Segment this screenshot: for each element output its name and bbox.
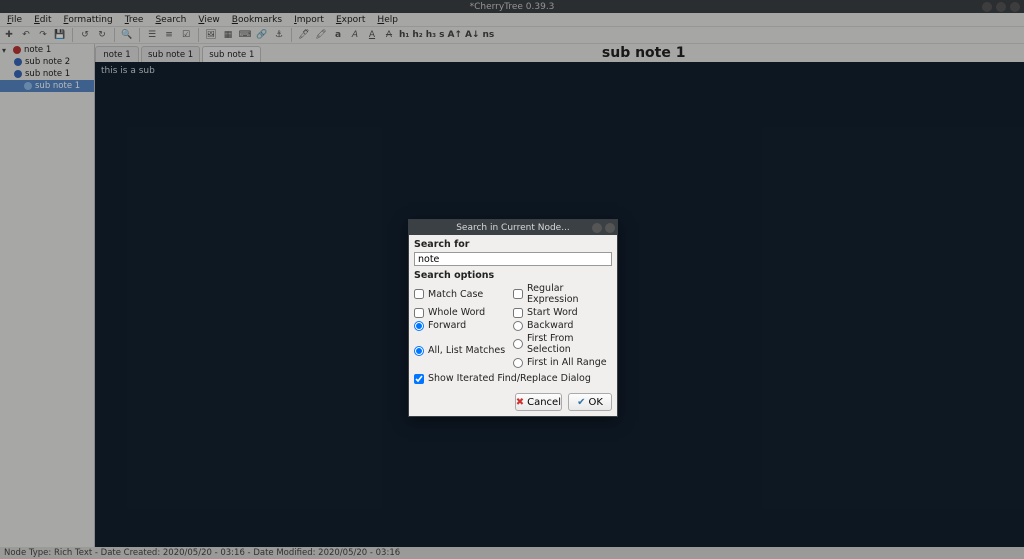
menu-export[interactable]: Export xyxy=(331,15,370,25)
statusbar: Node Type: Rich Text - Date Created: 202… xyxy=(0,547,1024,559)
search-options-label: Search options xyxy=(414,270,612,281)
toolbar-bold-icon[interactable]: a xyxy=(331,28,345,42)
toolbar-underline-icon[interactable]: A xyxy=(365,28,379,42)
toolbar-color-icon[interactable]: 🖊 xyxy=(297,28,311,42)
menu-import[interactable]: Import xyxy=(289,15,329,25)
opt-match-case[interactable]: Match Case xyxy=(414,283,513,305)
toolbar-h2-button[interactable]: h₂ xyxy=(412,30,422,40)
toolbar-new-icon[interactable]: ✚ xyxy=(2,28,16,42)
menu-file[interactable]: File xyxy=(2,15,27,25)
tree-node-root[interactable]: ▾ note 1 xyxy=(0,44,94,56)
toolbar-list-bullet-icon[interactable]: ☰ xyxy=(145,28,159,42)
cherry-icon xyxy=(13,46,21,54)
opt-first-all[interactable]: First in All Range xyxy=(513,357,612,368)
opt-all-list[interactable]: All, List Matches xyxy=(414,333,513,368)
ok-icon: ✔ xyxy=(577,397,585,408)
dialog-titlebar[interactable]: Search in Current Node... xyxy=(409,220,617,235)
menu-tree[interactable]: Tree xyxy=(120,15,149,25)
toolbar-image-icon[interactable]: 🖼 xyxy=(204,28,218,42)
menu-edit[interactable]: Edit xyxy=(29,15,56,25)
toolbar-save-icon[interactable]: 💾 xyxy=(53,28,67,42)
tree-node-label: note 1 xyxy=(24,45,51,55)
toolbar: ✚ ↶ ↷ 💾 ↺ ↻ 🔍 ☰ ≡ ☑ 🖼 ▦ ⌨ 🔗 ⚓ 🖊 🖍 a A A … xyxy=(0,26,1024,44)
toolbar-sep xyxy=(139,28,140,42)
node-icon xyxy=(14,58,22,66)
dialog-minimize-icon[interactable] xyxy=(592,223,602,233)
window-close-icon[interactable] xyxy=(1010,2,1020,12)
ok-button[interactable]: ✔OK xyxy=(568,393,612,411)
node-tab[interactable]: sub note 1 xyxy=(141,46,200,62)
window-title: *CherryTree 0.39.3 xyxy=(470,2,555,12)
menubar: File Edit Formatting Tree Search View Bo… xyxy=(0,13,1024,26)
toolbar-back-icon[interactable]: ↶ xyxy=(19,28,33,42)
node-tab[interactable]: note 1 xyxy=(95,46,139,62)
dialog-title: Search in Current Node... xyxy=(456,223,570,233)
dialog-close-icon[interactable] xyxy=(605,223,615,233)
node-tab-active[interactable]: sub note 1 xyxy=(202,46,261,62)
toolbar-small-button[interactable]: s xyxy=(439,30,444,40)
window-titlebar: *CherryTree 0.39.3 xyxy=(0,0,1024,13)
menu-formatting[interactable]: Formatting xyxy=(59,15,118,25)
window-minimize-icon[interactable] xyxy=(982,2,992,12)
tree-panel[interactable]: ▾ note 1 sub note 2 sub note 1 sub note … xyxy=(0,44,95,547)
toolbar-table-icon[interactable]: ▦ xyxy=(221,28,235,42)
toolbar-sep xyxy=(291,28,292,42)
menu-search[interactable]: Search xyxy=(150,15,191,25)
toolbar-ns-button[interactable]: ns xyxy=(482,30,494,40)
search-for-label: Search for xyxy=(414,239,612,250)
toolbar-undo-icon[interactable]: ↺ xyxy=(78,28,92,42)
tree-node-label: sub note 1 xyxy=(35,81,80,91)
dialog-button-row: ✖Cancel ✔OK xyxy=(409,388,617,416)
tree-node-label: sub note 2 xyxy=(25,57,70,67)
toolbar-bgcolor-icon[interactable]: 🖍 xyxy=(314,28,328,42)
toolbar-sup-button[interactable]: A↑ xyxy=(447,30,462,40)
opt-forward[interactable]: Forward xyxy=(414,320,513,331)
opt-first-sel[interactable]: First From Selection xyxy=(513,333,612,355)
toolbar-codebox-icon[interactable]: ⌨ xyxy=(238,28,252,42)
node-icon xyxy=(14,70,22,78)
tree-node-selected[interactable]: sub note 1 xyxy=(0,80,94,92)
search-options-grid: Match Case Regular Expression Whole Word… xyxy=(414,283,612,384)
node-icon xyxy=(24,82,32,90)
tree-node[interactable]: sub note 1 xyxy=(0,68,94,80)
node-title: sub note 1 xyxy=(263,44,1024,62)
toolbar-h1-button[interactable]: h₁ xyxy=(399,30,409,40)
opt-start-word[interactable]: Start Word xyxy=(513,307,612,318)
toolbar-strike-icon[interactable]: A xyxy=(382,28,396,42)
toolbar-italic-icon[interactable]: A xyxy=(348,28,362,42)
toolbar-zoom-icon[interactable]: 🔍 xyxy=(120,28,134,42)
opt-whole-word[interactable]: Whole Word xyxy=(414,307,513,318)
search-dialog: Search in Current Node... Search for Sea… xyxy=(408,219,618,417)
opt-regex[interactable]: Regular Expression xyxy=(513,283,612,305)
toolbar-list-check-icon[interactable]: ☑ xyxy=(179,28,193,42)
toolbar-fwd-icon[interactable]: ↷ xyxy=(36,28,50,42)
toolbar-redo-icon[interactable]: ↻ xyxy=(95,28,109,42)
menu-bookmarks[interactable]: Bookmarks xyxy=(227,15,287,25)
toolbar-sep xyxy=(114,28,115,42)
node-tabs-row: note 1 sub note 1 sub note 1 sub note 1 xyxy=(95,44,1024,62)
expand-icon[interactable]: ▾ xyxy=(2,46,10,55)
tree-node[interactable]: sub note 2 xyxy=(0,56,94,68)
toolbar-sep xyxy=(198,28,199,42)
toolbar-sep xyxy=(72,28,73,42)
search-input[interactable] xyxy=(414,252,612,266)
toolbar-sub-button[interactable]: A↓ xyxy=(465,30,480,40)
window-maximize-icon[interactable] xyxy=(996,2,1006,12)
toolbar-list-num-icon[interactable]: ≡ xyxy=(162,28,176,42)
menu-help[interactable]: Help xyxy=(372,15,403,25)
tree-node-label: sub note 1 xyxy=(25,69,70,79)
opt-backward[interactable]: Backward xyxy=(513,320,612,331)
cancel-button[interactable]: ✖Cancel xyxy=(515,393,562,411)
toolbar-anchor-icon[interactable]: ⚓ xyxy=(272,28,286,42)
cancel-icon: ✖ xyxy=(516,397,524,408)
menu-view[interactable]: View xyxy=(193,15,224,25)
dialog-body: Search for Search options Match Case Reg… xyxy=(409,235,617,388)
opt-show-iterated[interactable]: Show Iterated Find/Replace Dialog xyxy=(414,370,612,384)
toolbar-h3-button[interactable]: h₃ xyxy=(426,30,436,40)
toolbar-link-icon[interactable]: 🔗 xyxy=(255,28,269,42)
